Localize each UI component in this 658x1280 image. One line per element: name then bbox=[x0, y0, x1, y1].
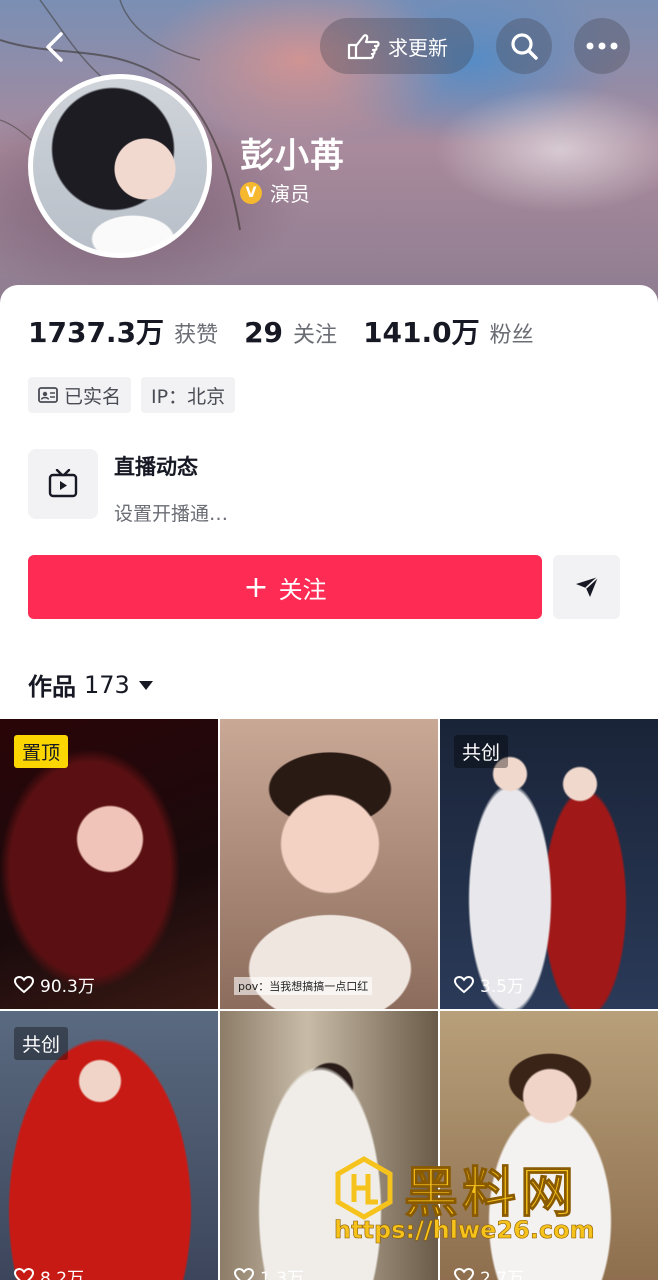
stat-followers[interactable]: 141.0万 粉丝 bbox=[363, 311, 534, 351]
more-button[interactable] bbox=[574, 18, 630, 74]
search-icon bbox=[511, 33, 538, 60]
stat-value: 29 bbox=[244, 316, 284, 349]
video-thumbnail[interactable]: pov：当我想搞搞一点口红 bbox=[220, 719, 438, 1009]
stat-likes[interactable]: 1737.3万 获赞 bbox=[28, 311, 218, 351]
verified-info: V 演员 bbox=[240, 178, 310, 207]
likes-value: 2.7万 bbox=[480, 1269, 525, 1280]
watermark-logo-icon bbox=[335, 1156, 393, 1220]
likes-count: 90.3万 bbox=[14, 972, 95, 997]
request-update-label: 求更新 bbox=[388, 35, 448, 60]
heart-icon bbox=[14, 1267, 34, 1280]
follow-label: 关注 bbox=[278, 575, 327, 604]
likes-count: 1.3万 bbox=[234, 1264, 304, 1280]
follow-button[interactable]: + 关注 bbox=[28, 555, 542, 619]
live-text: 直播动态 设置开播通… bbox=[114, 449, 228, 526]
live-subtitle: 设置开播通… bbox=[114, 503, 229, 525]
works-label: 作品 bbox=[28, 673, 76, 701]
avatar[interactable] bbox=[28, 74, 212, 258]
back-icon bbox=[46, 32, 63, 62]
watermark-url: https://hlwe26.com bbox=[334, 1216, 595, 1245]
video-thumbnail[interactable]: 共创 3.5万 bbox=[440, 719, 658, 1009]
plus-icon: + bbox=[243, 569, 269, 605]
more-icon bbox=[586, 42, 618, 50]
likes-value: 90.3万 bbox=[40, 977, 95, 997]
live-title: 直播动态 bbox=[114, 455, 198, 479]
verified-badge-icon: V bbox=[240, 181, 262, 204]
paper-plane-icon bbox=[575, 576, 599, 597]
profile-tags: 已实名 IP：北京 bbox=[28, 377, 236, 413]
stat-label: 获赞 bbox=[174, 323, 219, 348]
live-icon-box bbox=[28, 449, 98, 519]
video-caption: pov：当我想搞搞一点口红 bbox=[234, 977, 373, 995]
site-watermark: 黑料网 https://hlwe26.com bbox=[332, 1148, 632, 1258]
heart-icon bbox=[234, 1267, 254, 1280]
tag-label: 已实名 bbox=[64, 385, 122, 408]
tag-ip-location: IP：北京 bbox=[141, 377, 236, 413]
heart-icon bbox=[454, 1267, 474, 1280]
request-update-button[interactable]: 求更新 bbox=[320, 18, 474, 74]
works-tab[interactable]: 作品 173 bbox=[28, 667, 154, 702]
id-card-icon bbox=[38, 387, 58, 403]
heart-icon bbox=[14, 975, 34, 993]
stats-row: 1737.3万 获赞 29 关注 141.0万 粉丝 bbox=[28, 311, 534, 351]
send-message-button[interactable] bbox=[553, 555, 620, 619]
heart-icon bbox=[454, 975, 474, 993]
likes-count: 3.5万 bbox=[454, 972, 524, 997]
stat-label: 关注 bbox=[293, 323, 338, 348]
co-creation-badge: 共创 bbox=[454, 735, 509, 768]
video-thumbnail[interactable]: 共创 8.2万 bbox=[0, 1011, 218, 1280]
stat-label: 粉丝 bbox=[489, 323, 534, 348]
likes-value: 8.2万 bbox=[40, 1269, 85, 1280]
tag-verified-identity: 已实名 bbox=[28, 377, 132, 413]
search-button[interactable] bbox=[496, 18, 552, 74]
back-button[interactable] bbox=[30, 22, 80, 72]
caret-down-icon bbox=[138, 680, 153, 690]
tv-icon bbox=[48, 469, 78, 498]
video-thumbnail[interactable]: 置顶 90.3万 bbox=[0, 719, 218, 1009]
profile-name: 彭小苒 bbox=[240, 136, 345, 176]
stat-following[interactable]: 29 关注 bbox=[244, 316, 337, 349]
likes-value: 3.5万 bbox=[480, 977, 525, 997]
tag-label: IP：北京 bbox=[151, 385, 226, 408]
co-creation-badge: 共创 bbox=[14, 1027, 69, 1060]
stat-value: 1737.3万 bbox=[28, 316, 165, 349]
pointing-hand-icon bbox=[347, 34, 380, 60]
pinned-badge: 置顶 bbox=[14, 735, 69, 768]
live-dynamics-entry[interactable]: 直播动态 设置开播通… bbox=[28, 449, 228, 526]
works-count: 173 bbox=[84, 670, 130, 699]
stat-value: 141.0万 bbox=[363, 316, 480, 349]
verified-label: 演员 bbox=[270, 182, 310, 206]
likes-count: 8.2万 bbox=[14, 1264, 84, 1280]
likes-count: 2.7万 bbox=[454, 1264, 524, 1280]
likes-value: 1.3万 bbox=[260, 1269, 305, 1280]
